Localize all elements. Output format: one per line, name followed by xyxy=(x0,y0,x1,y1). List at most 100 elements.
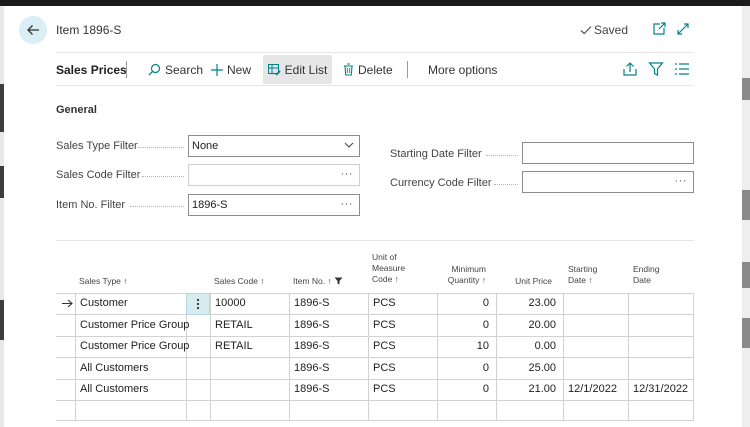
lookup-ellipsis-icon[interactable]: ··· xyxy=(675,172,688,192)
cell-uom[interactable]: PCS xyxy=(373,358,396,379)
cell-unit-price[interactable]: 23.00 xyxy=(496,293,556,314)
sales-code-filter-label: Sales Code Filter xyxy=(56,169,141,181)
action-divider xyxy=(126,61,127,78)
cell-min-qty[interactable]: 0 xyxy=(437,293,489,314)
currency-code-filter-field[interactable]: ··· xyxy=(522,171,694,193)
edit-list-button[interactable]: Edit List xyxy=(263,55,332,84)
starting-date-filter-label: Starting Date Filter xyxy=(390,148,482,160)
background-strip xyxy=(742,190,750,220)
cell-uom[interactable]: PCS xyxy=(373,315,396,336)
checkmark-icon xyxy=(580,26,592,35)
sales-type-filter-value: None xyxy=(192,140,219,152)
starting-date-filter-field[interactable] xyxy=(522,142,694,164)
page-title: Item 1896-S xyxy=(56,23,122,37)
item-no-filter-field[interactable]: 1896-S ··· xyxy=(188,194,360,216)
cell-min-qty[interactable]: 0 xyxy=(437,358,489,379)
cell-unit-price[interactable]: 0.00 xyxy=(496,336,556,357)
row-actions-button[interactable] xyxy=(186,293,210,315)
grid-line xyxy=(693,293,694,421)
column-header-ending-date[interactable]: Ending Date xyxy=(633,264,659,286)
column-header-min-qty[interactable]: Minimum Quantity ↑ xyxy=(436,264,486,286)
back-button[interactable] xyxy=(19,16,47,44)
arrow-left-icon xyxy=(27,25,39,35)
label-dots xyxy=(486,155,518,156)
sales-prices-dialog: Item 1896-S Saved Sales Prices Search Ne… xyxy=(4,6,742,427)
trash-icon xyxy=(344,63,353,76)
column-header-ending-date-line2: Date xyxy=(633,275,651,285)
delete-button[interactable]: Delete xyxy=(343,55,393,84)
edit-list-icon xyxy=(267,63,281,76)
saved-status: Saved xyxy=(580,23,628,37)
label-dots xyxy=(494,184,518,185)
cell-sales-type[interactable]: Customer xyxy=(80,293,128,314)
section-divider xyxy=(56,240,694,241)
cell-uom[interactable]: PCS xyxy=(373,293,396,314)
column-header-uom-line1: Unit of xyxy=(372,252,397,262)
cell-min-qty[interactable]: 0 xyxy=(437,379,489,400)
cell-sales-type[interactable]: Customer Price Group xyxy=(80,315,189,336)
list-view-icon[interactable] xyxy=(674,61,690,77)
label-dots xyxy=(138,147,184,148)
column-header-ending-date-line1: Ending xyxy=(633,264,660,274)
background-strip xyxy=(742,262,750,288)
sales-code-filter-field[interactable]: ··· xyxy=(188,164,360,186)
open-new-window-icon[interactable] xyxy=(651,21,667,37)
page-name-label: Sales Prices xyxy=(56,62,127,77)
cell-sales-code[interactable]: RETAIL xyxy=(215,315,253,336)
delete-label: Delete xyxy=(358,62,393,77)
edit-list-label: Edit List xyxy=(284,62,328,77)
grid-line xyxy=(56,400,694,401)
background-strip xyxy=(742,78,750,100)
lookup-ellipsis-icon[interactable]: ··· xyxy=(341,165,354,185)
cell-uom[interactable]: PCS xyxy=(373,336,396,357)
cell-item-no[interactable]: 1896-S xyxy=(294,379,329,400)
column-header-item-no[interactable]: Item No. ↑ xyxy=(293,276,343,287)
search-label: Search xyxy=(165,62,204,77)
cell-sales-type[interactable]: Customer Price Group xyxy=(80,336,189,357)
background-strip xyxy=(742,318,750,348)
grid-line xyxy=(563,293,564,421)
cell-starting-date[interactable]: 12/1/2022 xyxy=(568,379,617,400)
cell-sales-code[interactable]: 10000 xyxy=(215,293,246,314)
sales-type-filter-select[interactable]: None xyxy=(188,135,360,157)
cell-item-no[interactable]: 1896-S xyxy=(294,315,329,336)
cell-uom[interactable]: PCS xyxy=(373,379,396,400)
cell-item-no[interactable]: 1896-S xyxy=(294,293,329,314)
search-icon xyxy=(148,63,161,76)
share-icon[interactable] xyxy=(622,61,638,77)
filter-icon[interactable] xyxy=(648,61,664,77)
general-section-title: General xyxy=(56,104,97,116)
column-header-uom-line3: Code ↑ xyxy=(372,274,399,284)
column-header-min-qty-line1: Minimum xyxy=(451,264,486,274)
column-header-sales-code[interactable]: Sales Code ↑ xyxy=(214,276,265,287)
cell-sales-code[interactable]: RETAIL xyxy=(215,336,253,357)
header-divider xyxy=(56,52,694,53)
cell-sales-type[interactable]: All Customers xyxy=(80,379,148,400)
search-button[interactable]: Search xyxy=(148,55,203,84)
cell-item-no[interactable]: 1896-S xyxy=(294,358,329,379)
grid-line xyxy=(368,293,369,421)
new-button[interactable]: New xyxy=(211,55,251,84)
column-header-uom-line2: Measure xyxy=(372,263,406,273)
cell-sales-type[interactable]: All Customers xyxy=(80,358,148,379)
cell-unit-price[interactable]: 21.00 xyxy=(496,379,556,400)
more-options-button[interactable]: More options xyxy=(428,55,497,84)
column-header-uom[interactable]: Unit of Measure Code ↑ xyxy=(372,252,405,285)
sales-type-filter-label: Sales Type Filter xyxy=(56,140,138,152)
new-label: New xyxy=(227,62,252,77)
cell-unit-price[interactable]: 20.00 xyxy=(496,315,556,336)
cell-item-no[interactable]: 1896-S xyxy=(294,336,329,357)
column-header-unit-price[interactable]: Unit Price xyxy=(504,276,552,287)
cell-min-qty[interactable]: 0 xyxy=(437,315,489,336)
cell-unit-price[interactable]: 25.00 xyxy=(496,358,556,379)
column-header-item-no-label: Item No. ↑ xyxy=(293,276,332,286)
lookup-ellipsis-icon[interactable]: ··· xyxy=(341,195,354,215)
column-header-starting-date[interactable]: Starting Date ↑ xyxy=(568,264,597,286)
grid-line xyxy=(56,420,694,421)
column-header-sales-type[interactable]: Sales Type ↑ xyxy=(79,276,128,287)
saved-label: Saved xyxy=(594,23,629,37)
cell-min-qty[interactable]: 10 xyxy=(437,336,489,357)
expand-icon[interactable] xyxy=(675,21,691,37)
action-bar: Sales Prices Search New Edit List Delete… xyxy=(56,55,694,84)
cell-ending-date[interactable]: 12/31/2022 xyxy=(633,379,688,400)
